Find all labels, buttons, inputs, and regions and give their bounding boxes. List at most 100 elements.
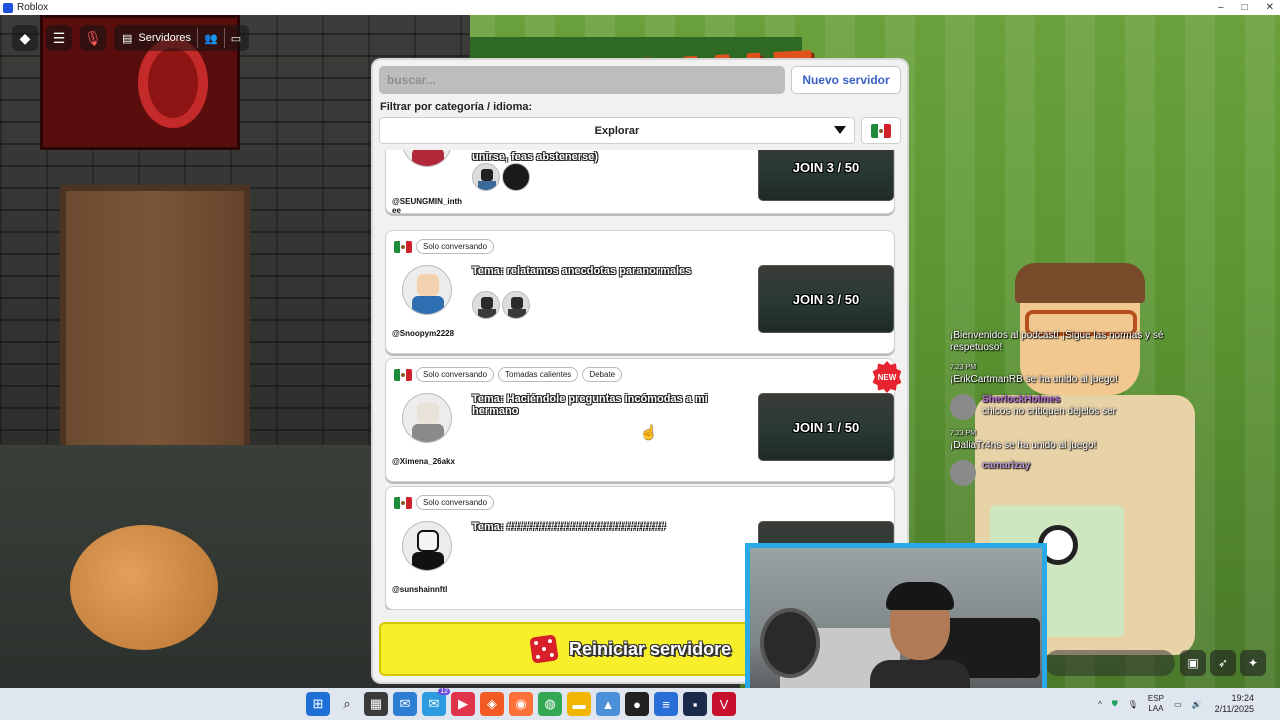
chat-timestamp: 7:23 PM [950, 364, 977, 371]
tag-chip: Solo conversando [416, 367, 495, 382]
firefox-icon[interactable]: ◉ [509, 692, 533, 716]
server-card[interactable]: Solo conversando Tomadas calientes Debat… [385, 358, 901, 482]
shield-icon[interactable]: ⛊ [1112, 699, 1118, 709]
hand-cursor-icon: ☝ [640, 424, 658, 440]
host-avatar [402, 150, 452, 167]
players-icon[interactable]: 👥 [204, 32, 218, 45]
notification-badge: 12 [438, 688, 450, 695]
chevron-up-icon[interactable]: ^ [1098, 700, 1102, 709]
chat-input[interactable] [1045, 650, 1175, 676]
mexico-flag-icon [394, 496, 412, 509]
mail-icon[interactable]: ✉ 12 [422, 688, 450, 716]
host-name: @SEUNGMIN_inth ee [392, 197, 463, 215]
host-avatar [402, 521, 452, 571]
language-code: ESP [1147, 694, 1164, 703]
dice-icon [529, 634, 559, 664]
server-card[interactable]: Solo conversando @Snoopym2228 Tema: rela… [385, 230, 895, 354]
tag-chip: Debate [582, 367, 623, 382]
servers-button[interactable]: ▤ Servidores 👥 ▭ [114, 25, 250, 51]
server-topic: Tema: ########################## [472, 521, 666, 533]
microphone-tray-icon[interactable]: 🎙 [1128, 700, 1138, 709]
servers-label: Servidores [138, 32, 191, 44]
tag-chip: Tomadas calientes [498, 367, 579, 382]
webcam-fan [760, 608, 820, 678]
filter-label: Filtrar por categoría / idioma: [380, 101, 533, 113]
server-tags: Solo conversando [394, 239, 495, 254]
join-button[interactable]: JOIN 1 / 50 [758, 393, 894, 461]
network-icon[interactable]: ▭ [1174, 700, 1182, 709]
host-avatar [402, 393, 452, 443]
calendar-icon[interactable]: ▦ [364, 692, 388, 716]
member-avatar [502, 163, 530, 191]
reset-servers-label: Reiniciar servidore [569, 638, 732, 659]
category-value: Explorar [594, 124, 640, 137]
emote-icon[interactable]: ✦ [1240, 650, 1266, 676]
chat-message: SherlockHolmes chicos no critiquen dejel… [950, 394, 1215, 420]
chat-window: ¡Bienvenidos al podcast! ¡Sigue las norm… [950, 330, 1215, 494]
chat-avatar [950, 394, 976, 420]
server-topic: Tema: relatamos anecdotas paranormales [472, 265, 692, 277]
tag-chip: Solo conversando [416, 239, 495, 254]
chat-tools: ▣ ➶ ✦ [1180, 650, 1266, 676]
search-input[interactable] [379, 66, 785, 94]
start-icon[interactable]: ⊞ [306, 692, 330, 716]
outlook-icon[interactable]: ✉ [393, 692, 417, 716]
chat-text: chicos no critiquen dejelos ser [982, 406, 1116, 417]
roblox-topbar: ◆ ☰ 🎙 ▤ Servidores 👥 ▭ [12, 25, 250, 51]
chat-system-message: ¡Bienvenidos al podcast! ¡Sigue las norm… [950, 330, 1164, 353]
chat-message: camarizay [950, 460, 1215, 486]
chat-text: ¡ErikCartmanRB se ha unido al juego! [950, 374, 1118, 385]
server-topic: Tema: Haciéndole preguntas incómodas a m… [472, 393, 708, 417]
roblox-logo-icon[interactable]: ◆ [12, 25, 38, 51]
ide-icon[interactable]: ▪ [683, 692, 707, 716]
vegas-icon[interactable]: V [712, 692, 736, 716]
file-explorer-icon[interactable]: ▬ [567, 692, 591, 716]
windows-taskbar: ⊞ ⌕ ▦ ✉ ✉ 12 ▶ ◈ ◉ ◍ ▬ ▲ ● ≡ ▪ V ^ ⛊ 🎙 ES… [0, 688, 1280, 720]
member-avatar [472, 291, 500, 319]
clock[interactable]: 19:24 2/11/2025 [1215, 693, 1254, 715]
join-button[interactable]: JOIN 3 / 50 [758, 150, 894, 201]
minimize-icon[interactable]: – [1218, 0, 1224, 15]
server-list[interactable]: @SEUNGMIN_inth ee unirse, feas absteners… [379, 150, 901, 610]
mexico-flag-icon [394, 240, 412, 253]
roblox-app-icon [3, 2, 13, 13]
menu-icon[interactable]: ☰ [46, 25, 72, 51]
server-tags: Solo conversando Tomadas calientes Debat… [394, 367, 623, 382]
join-button[interactable]: JOIN 3 / 50 [758, 265, 894, 333]
chat-username[interactable]: SherlockHolmes [982, 394, 1116, 406]
server-card[interactable]: @SEUNGMIN_inth ee unirse, feas absteners… [385, 150, 895, 215]
new-badge: NEW [872, 361, 901, 393]
keyboard-layout: LAA [1148, 704, 1164, 713]
language-flag-button[interactable] [861, 117, 901, 144]
notepad-icon[interactable]: ≡ [654, 692, 678, 716]
chevron-down-icon [834, 126, 846, 134]
obs-icon[interactable]: ● [625, 692, 649, 716]
mexico-flag-icon [394, 368, 412, 381]
chat-icon[interactable]: ▭ [231, 32, 241, 45]
new-server-button[interactable]: Nuevo servidor [791, 66, 901, 94]
scene-egg-object [70, 525, 218, 650]
video-app-icon[interactable]: ▶ [451, 692, 475, 716]
member-avatars [472, 163, 530, 191]
brave-icon[interactable]: ◈ [480, 692, 504, 716]
chat-username[interactable]: camarizay [982, 460, 1030, 472]
member-avatar [472, 163, 500, 191]
chat-message: 7:23 PM ¡DaliaTr4ns se ha unido al juego… [950, 428, 1215, 452]
member-avatar [502, 291, 530, 319]
microphone-icon[interactable]: 🎙 [80, 25, 106, 51]
rocket-icon[interactable]: ➶ [1210, 650, 1236, 676]
maximize-icon[interactable]: □ [1242, 0, 1248, 15]
image-icon[interactable]: ▣ [1180, 650, 1206, 676]
chat-avatar [950, 460, 976, 486]
window-titlebar: Roblox – □ ✕ [0, 0, 1280, 15]
category-dropdown[interactable]: Explorar [379, 117, 855, 144]
photos-icon[interactable]: ▲ [596, 692, 620, 716]
close-icon[interactable]: ✕ [1266, 0, 1274, 15]
volume-icon[interactable]: 🔊 [1192, 700, 1202, 709]
servers-list-icon: ▤ [122, 32, 133, 45]
search-icon[interactable]: ⌕ [335, 692, 359, 716]
chrome-icon[interactable]: ◍ [538, 692, 562, 716]
member-avatars [472, 291, 530, 319]
mexico-flag-icon [871, 123, 891, 138]
language-indicator[interactable]: ESP LAA [1148, 694, 1164, 714]
